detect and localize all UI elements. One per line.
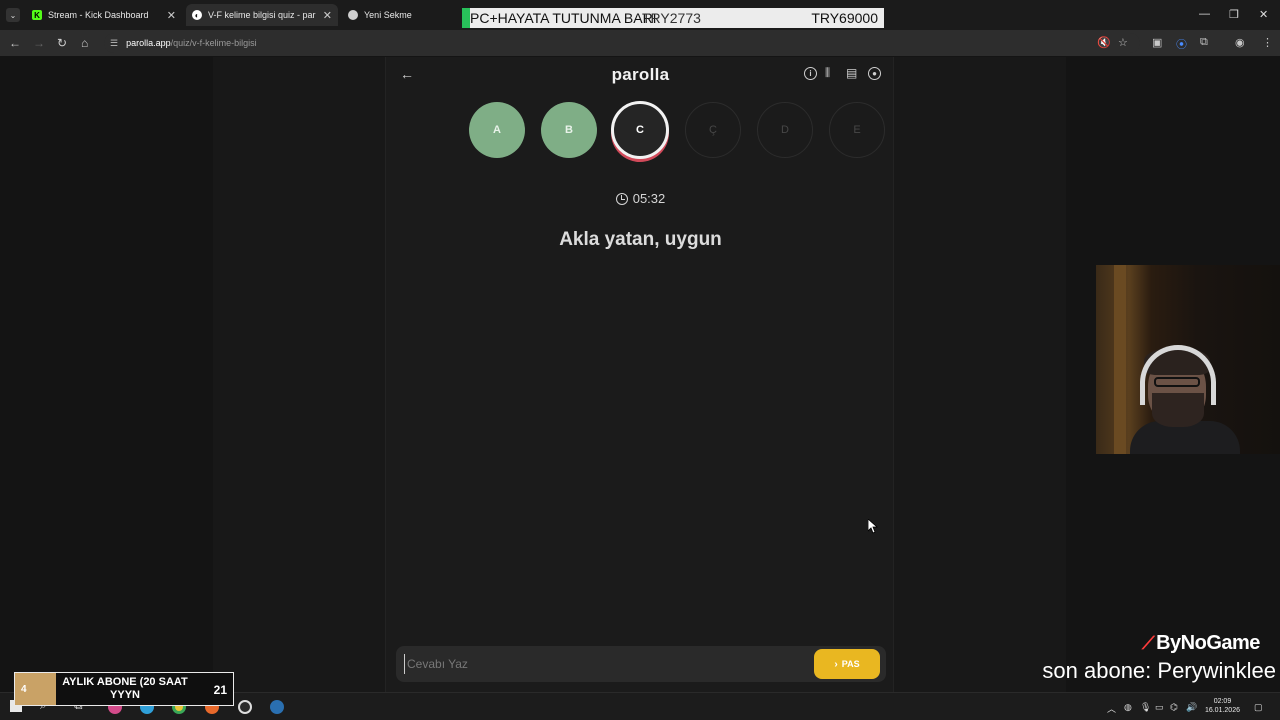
info-icon[interactable]: i — [804, 67, 817, 80]
timer-value: 05:32 — [632, 191, 666, 206]
webcam-feed — [1096, 265, 1280, 454]
reload-icon[interactable]: ↻ — [57, 36, 67, 50]
profile-avatar-icon[interactable]: ◉ — [1235, 36, 1245, 49]
steam-icon[interactable] — [270, 700, 284, 714]
microphone-icon[interactable]: 🎙 — [1140, 702, 1151, 713]
address-bar[interactable]: ☰ parolla.app /quiz/v-f-kelime-bilgisi — [104, 33, 1140, 53]
letter-circle-b: B — [541, 102, 597, 158]
goal-current: 4 — [21, 684, 27, 695]
webcam-background-post — [1114, 265, 1126, 454]
url-path: /quiz/v-f-kelime-bilgisi — [170, 38, 257, 48]
comments-icon[interactable]: ▤ — [846, 66, 860, 80]
tab-kick-dashboard[interactable]: K Stream - Kick Dashboard ✕ — [30, 4, 180, 26]
right-gutter — [894, 57, 1066, 692]
tray-chevron-up-icon[interactable]: ︿ — [1107, 702, 1116, 715]
pas-button[interactable]: › PAS — [814, 649, 880, 679]
sponsor-name: ByNoGame — [1156, 632, 1260, 654]
extension-icon[interactable]: ⦿ — [1176, 36, 1187, 52]
clock-icon — [615, 193, 628, 205]
pas-label: PAS — [841, 659, 860, 669]
clock[interactable]: 02:09 16.01.2026 — [1205, 697, 1240, 715]
site-info-icon[interactable]: ☰ — [110, 38, 118, 49]
subscriber-goal-widget: 4 AYLIK ABONE (20 SAAT YYYN 21 — [14, 672, 234, 706]
back-icon[interactable]: ← — [9, 36, 21, 50]
tab-title: Stream - Kick Dashboard — [48, 10, 149, 20]
menu-dots-icon[interactable]: ⋮ — [1262, 36, 1273, 49]
tab-search-icon[interactable]: ⌄ — [6, 8, 20, 22]
leaderboard-icon[interactable]: ⫼ — [825, 67, 838, 80]
letter-circle-a: A — [469, 102, 525, 158]
tab-title: Yeni Sekme — [364, 10, 412, 20]
letter-circle-e: E — [829, 102, 885, 158]
ticker-price: TRY69000 — [811, 10, 878, 26]
user-icon[interactable]: ● — [868, 67, 881, 80]
home-icon[interactable]: ⌂ — [81, 36, 88, 50]
ticker-text: PC+HAYATA TUTUNMA BARI — [470, 10, 657, 26]
mute-icon[interactable]: 🔇 — [1097, 36, 1111, 49]
obs-icon[interactable] — [238, 700, 252, 714]
clock-time: 02:09 — [1213, 698, 1232, 705]
left-gutter — [213, 57, 385, 692]
letter-circle-c: C — [611, 101, 669, 159]
chrome-icon — [348, 10, 358, 20]
close-icon[interactable]: ✕ — [323, 9, 332, 22]
notifications-icon[interactable]: ▢ — [1254, 702, 1263, 713]
letter-label: A — [493, 124, 501, 136]
minimize-icon[interactable]: — — [1199, 8, 1210, 20]
kick-icon: K — [32, 10, 42, 20]
close-icon[interactable]: ✕ — [167, 9, 176, 22]
question-text: Akla yatan, uygun — [559, 229, 722, 250]
close-window-icon[interactable]: ✕ — [1259, 8, 1268, 21]
sponsor-mark-icon: ⟋ — [1142, 633, 1155, 653]
browser-tab-strip: ⌄ K Stream - Kick Dashboard ✕ ◐ V-F keli… — [0, 0, 1280, 30]
parolla-icon: ◐ — [192, 10, 202, 20]
last-subscriber: son abone: Perywinklee — [1042, 658, 1276, 683]
tab-new-tab[interactable]: Yeni Sekme — [348, 4, 458, 26]
goal-title: AYLIK ABONE (20 SAAT YYYN — [62, 676, 188, 701]
tab-title: V-F kelime bilgisi quiz - par — [208, 10, 316, 20]
letter-label: C — [636, 124, 644, 136]
letter-circle-d: D — [757, 102, 813, 158]
ticker-accent — [462, 8, 470, 28]
restore-icon[interactable]: ❐ — [1229, 8, 1239, 21]
chevron-right-icon: › — [834, 658, 838, 670]
mouse-cursor-icon — [868, 519, 878, 534]
letter-label: E — [853, 124, 861, 136]
tab-parolla-quiz[interactable]: ◐ V-F kelime bilgisi quiz - par ✕ — [186, 4, 338, 26]
letter-label: Ç — [709, 124, 717, 136]
letter-circle-c-cedilla: Ç — [685, 102, 741, 158]
clock-date: 16.01.2026 — [1204, 707, 1240, 714]
tray-app-icon[interactable]: ◍ — [1124, 702, 1132, 713]
quiz-app: ← parolla i ⫼ ▤ ● A B C Ç D E 05:32 Akla… — [385, 57, 894, 692]
url-host: parolla.app — [126, 38, 171, 48]
timer: 05:32 — [386, 191, 895, 206]
letter-label: D — [781, 124, 789, 136]
browser-toolbar: ← → ↻ ⌂ ☰ parolla.app /quiz/v-f-kelime-b… — [0, 30, 1280, 56]
network-icon[interactable]: ⌬ — [1170, 702, 1178, 713]
bookmark-star-icon[interactable]: ☆ — [1118, 36, 1128, 49]
answer-bar: › PAS — [396, 646, 886, 682]
donation-ticker: PC+HAYATA TUTUNMA BARI TRY2773 TRY69000 — [462, 8, 884, 28]
forward-icon[interactable]: → — [33, 36, 45, 50]
extensions-puzzle-icon[interactable]: ⧉ — [1200, 36, 1208, 49]
answer-input[interactable] — [404, 654, 804, 674]
goal-target: 21 — [213, 683, 227, 697]
extension-icon[interactable]: ▣ — [1152, 36, 1162, 49]
volume-icon[interactable]: 🔊 — [1186, 702, 1197, 713]
tray-app-icon[interactable]: ▭ — [1155, 702, 1164, 713]
letter-label: B — [565, 124, 573, 136]
ticker-id: TRY2773 — [642, 10, 701, 26]
brand-title: parolla — [611, 65, 670, 84]
sponsor-logo: ⟋ ByNoGame — [1142, 632, 1274, 655]
